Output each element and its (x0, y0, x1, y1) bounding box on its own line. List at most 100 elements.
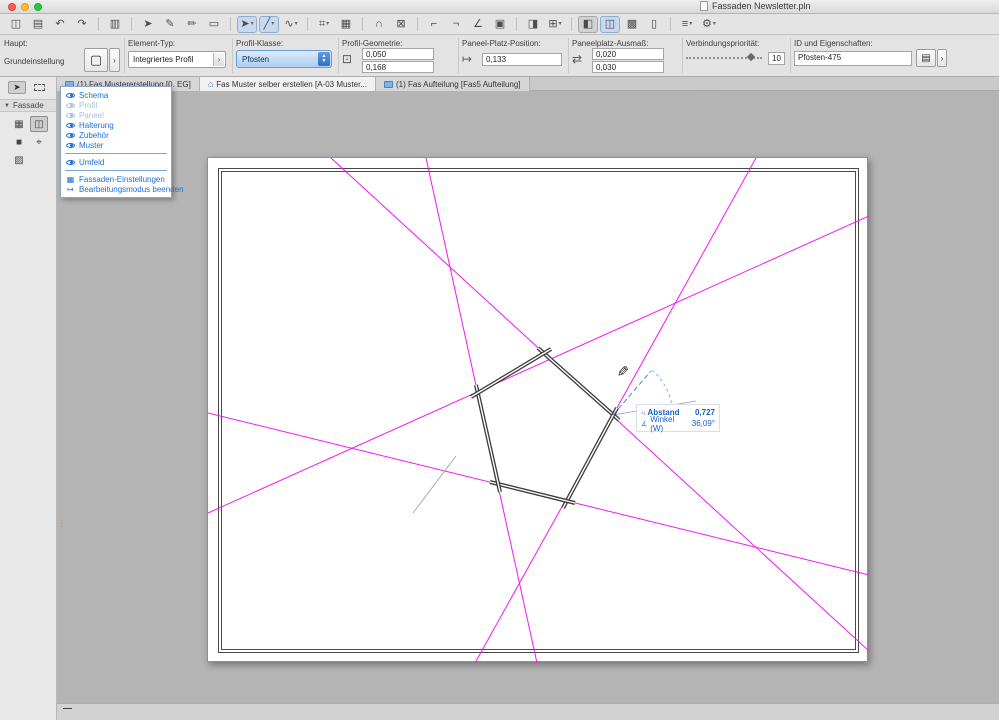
pen-icon[interactable]: ✏ (182, 16, 202, 33)
info-bar: Haupt: Grundeinstellung ▢ › Element-Typ:… (0, 35, 999, 77)
priority-slider-handle[interactable] (746, 52, 756, 62)
marquee-icon[interactable]: ▭ (204, 16, 224, 33)
filled-square-icon: ■ (15, 136, 23, 148)
open-folder-icon[interactable]: ▤ (28, 16, 48, 33)
spline-tool-icon[interactable]: ∿ ▾ (281, 16, 301, 33)
paneelplatz-ausmass-field-2[interactable]: 0,030 (592, 61, 664, 73)
paneel-platz-field[interactable]: 0,133 (482, 53, 562, 66)
infobar-divider (458, 38, 459, 73)
paneelplatz-ausmass-icon: ⇄ (572, 52, 583, 66)
panel-icon: ◫ (34, 118, 44, 130)
main-toolbar: ◫ ▤ ↶ ↷ ▥ ➤ ✎ ✏ ▭ ➤ ▾ ╱ ▾ ∿ ▾ ⌗ ▾ ▦ ∩ ⊠ ⌐ ¬ … (0, 14, 999, 35)
angle-icon[interactable]: ∠ (468, 16, 488, 33)
gear-icon[interactable]: ⚙ ▾ (699, 16, 719, 33)
profil-geometrie-field-2[interactable]: 0,168 (362, 61, 434, 73)
home-icon: ⌂ (207, 78, 214, 89)
adjust-icon[interactable]: ¬ (446, 16, 466, 33)
toolbar-separator (98, 17, 99, 31)
view-tabbar: (1) Fas Mustererstellung [0. EG] ⌂ Fas M… (57, 77, 999, 91)
palette-item-halterung[interactable]: Halterung (61, 120, 171, 130)
undo-icon[interactable]: ↶ (50, 16, 70, 33)
arrow-tool-icon[interactable]: ➤ ▾ (237, 15, 257, 33)
paneel-platz-icon: ↦ (462, 52, 473, 66)
arrow-select-tool[interactable]: ➤ (8, 81, 26, 94)
chevron-down-icon: ▾ (712, 21, 716, 27)
chevron-down-icon: ▾ (558, 21, 562, 27)
fassade-edit-palette: Schema Profil Paneel Halterung Zubehör M… (60, 86, 184, 198)
profil-klasse-label: Profil-Klasse: (236, 39, 284, 48)
snap-icon[interactable]: ∩ (369, 16, 389, 33)
infobar-divider (124, 38, 125, 73)
minimize-window-button[interactable] (21, 3, 29, 11)
fassade-panel-tool[interactable]: ■ (10, 134, 28, 150)
palette-item-bearbeitungsmodus-beenden[interactable]: ↦ Bearbeitungsmodus beenden (61, 184, 183, 194)
layout-icon[interactable]: ⊞ ▾ (545, 16, 565, 33)
palette-item-zubehoer[interactable]: Zubehör (61, 130, 171, 140)
drawing-page[interactable]: ◃ Abstand 0,727 ∡ Winkel (W) 36,09° ✏ (207, 157, 869, 663)
fassade-accessory-tool[interactable]: ⌖ (30, 134, 48, 150)
guides-icon[interactable]: ▦ (336, 16, 356, 33)
infobar-divider (568, 38, 569, 73)
tab-muster-selber-erstellen[interactable]: ⌂ Fas Muster selber erstellen [A-03 Must… (199, 77, 376, 91)
view-save-icon[interactable]: ◨ (523, 16, 543, 33)
bottom-scroll-strip[interactable] (57, 703, 999, 720)
trim-icon[interactable]: ⌐ (424, 16, 444, 33)
list-icon[interactable]: ≡ ▾ (677, 16, 697, 33)
grid-snap-icon[interactable]: ⌗ ▾ (314, 16, 334, 33)
fassade-pattern-tool[interactable]: ▨ (10, 152, 28, 168)
element-typ-label: Element-Typ: (128, 39, 176, 48)
redo-icon[interactable]: ↷ (72, 16, 92, 33)
grundeinstellung-label: Grundeinstellung (4, 57, 65, 66)
palette-item-paneel[interactable]: Paneel (61, 110, 171, 120)
marquee-icon (33, 84, 45, 91)
toolbox-section-fassade[interactable]: ▼ Fassade (0, 99, 56, 112)
tab-aufteilung[interactable]: (1) Fas Aufteilung [Fas5 Aufteilung] (376, 77, 530, 91)
panel-view-icon[interactable]: ◧ (578, 15, 598, 33)
eye-icon (66, 132, 75, 138)
properties-button[interactable]: ▤ (916, 49, 936, 67)
toolbar-separator (362, 17, 363, 31)
zoom-window-button[interactable] (34, 3, 42, 11)
edge-marker-icon: ⋮ (58, 519, 66, 528)
palette-item-schema[interactable]: Schema (61, 90, 171, 100)
line-tool-icon[interactable]: ╱ ▾ (259, 15, 279, 33)
lock-icon[interactable]: ⊠ (391, 16, 411, 33)
properties-chevron-button[interactable]: › (937, 49, 947, 67)
element-id-field[interactable]: Pfosten-475 (794, 51, 912, 66)
marquee-tool[interactable] (30, 81, 48, 94)
stepper-arrows-icon[interactable]: ▲ ▼ (318, 52, 330, 66)
eye-icon (66, 122, 75, 128)
fassade-scheme-tool[interactable]: ▦ (10, 116, 28, 132)
palette-item-profil[interactable]: Profil (61, 100, 171, 110)
toolbar-separator (230, 17, 231, 31)
drawing-canvas[interactable]: ◃ Abstand 0,727 ∡ Winkel (W) 36,09° ✏ (57, 91, 999, 703)
palette-item-umfeld[interactable]: Umfeld (61, 157, 171, 167)
print-icon[interactable]: ▥ (105, 16, 125, 33)
fassade-profile-tool[interactable]: ◫ (30, 116, 48, 132)
palette-item-muster[interactable]: Muster (61, 140, 171, 150)
cursor-arrow-icon[interactable]: ➤ (138, 16, 158, 33)
priority-value-field[interactable]: 10 (768, 52, 785, 65)
infobar-divider (338, 38, 339, 73)
pen-add-icon[interactable]: ✎ (160, 16, 180, 33)
profil-klasse-popup[interactable]: Pfosten ▲ ▼ (236, 50, 332, 68)
chevron-down-icon: ▾ (689, 21, 693, 27)
palette-item-fassaden-einstellungen[interactable]: ▦ Fassaden-Einstellungen (61, 174, 171, 184)
profil-geometrie-label: Profil-Geometrie: (342, 39, 403, 48)
document-icon[interactable]: ▯ (644, 16, 664, 33)
image-icon[interactable]: ▩ (622, 16, 642, 33)
angle-icon: ∡ (641, 420, 648, 428)
panel-grid-icon[interactable]: ◫ (600, 15, 620, 33)
paneelplatz-ausmass-field-1[interactable]: 0,020 (592, 48, 664, 60)
infobar-divider (790, 38, 791, 73)
close-window-button[interactable] (8, 3, 16, 11)
chevron-down-icon: ▾ (294, 21, 298, 27)
id-icon[interactable]: ▣ (490, 16, 510, 33)
layout-icon (384, 80, 393, 88)
save-icon[interactable]: ◫ (6, 16, 26, 33)
profil-geometrie-field-1[interactable]: 0,050 (362, 48, 434, 60)
default-settings-chevron-button[interactable]: › (109, 48, 120, 72)
element-typ-dropdown[interactable]: Integriertes Profil › (128, 51, 226, 68)
exit-icon: ↦ (67, 184, 74, 194)
default-settings-button[interactable]: ▢ (84, 48, 108, 72)
